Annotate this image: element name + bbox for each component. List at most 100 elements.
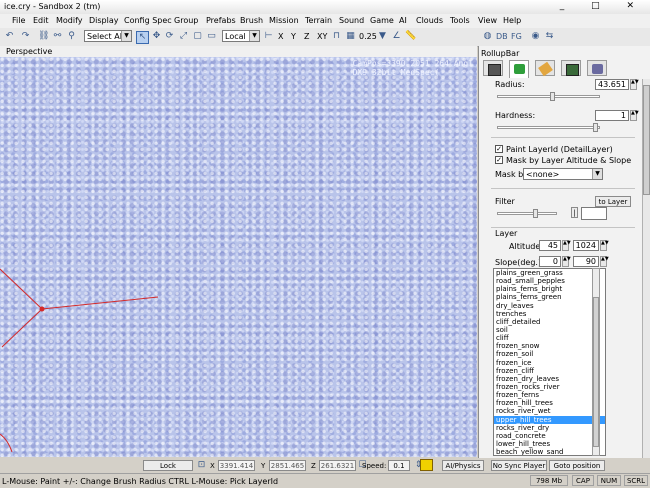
- undo-icon[interactable]: ↶: [4, 31, 15, 42]
- radius-spinner[interactable]: ▲▼: [630, 79, 639, 90]
- coord-system-combo[interactable]: Local ▼: [222, 30, 260, 42]
- filter-apply-button[interactable]: |: [571, 207, 578, 218]
- snap-terrain-icon[interactable]: ⊓: [331, 31, 342, 42]
- list-item[interactable]: rocks_river_wet: [494, 407, 605, 415]
- paint-layerid-checkbox[interactable]: ✓: [495, 145, 503, 153]
- list-item[interactable]: frozen_ferns: [494, 391, 605, 399]
- z-coordinate-field[interactable]: 261.6321: [319, 460, 356, 471]
- menu-terrain[interactable]: Terrain: [305, 16, 332, 25]
- menu-help[interactable]: Help: [503, 16, 521, 25]
- mask-by-combo[interactable]: <none> ▼: [523, 168, 603, 180]
- tab-terrain[interactable]: [509, 60, 529, 78]
- radius-slider-track[interactable]: [497, 95, 600, 98]
- globe-icon[interactable]: ◍: [482, 31, 493, 42]
- terrain-follow-icon[interactable]: [420, 459, 433, 471]
- list-item[interactable]: frozen_dry_leaves: [494, 375, 605, 383]
- menu-clouds[interactable]: Clouds: [416, 16, 443, 25]
- list-item[interactable]: frozen_ice: [494, 359, 605, 367]
- list-item[interactable]: soil: [494, 326, 605, 334]
- list-item-selected[interactable]: upper_hill_trees: [494, 415, 605, 424]
- mask-by-altitude-checkbox[interactable]: ✓: [495, 156, 503, 164]
- menu-edit[interactable]: Edit: [33, 16, 49, 25]
- slope-min-spinner[interactable]: ▲▼: [562, 256, 571, 267]
- hardness-spinner[interactable]: ▲▼: [630, 110, 639, 121]
- list-item[interactable]: frozen_rocks_river: [494, 383, 605, 391]
- list-item[interactable]: plains_ferns_green: [494, 293, 605, 301]
- menu-sound[interactable]: Sound: [339, 16, 364, 25]
- radius-slider-thumb[interactable]: [550, 92, 555, 101]
- list-item[interactable]: road_small_pepples: [494, 277, 605, 285]
- menu-config-spec[interactable]: Config Spec: [124, 16, 172, 25]
- rollup-scrollbar[interactable]: [642, 79, 650, 458]
- gizmo-pivot[interactable]: [39, 306, 45, 312]
- db-button[interactable]: DB: [496, 32, 508, 41]
- axis-xy-button[interactable]: XY: [317, 32, 327, 41]
- filter-slider-track[interactable]: [497, 212, 557, 215]
- hardness-field[interactable]: 1: [595, 110, 629, 121]
- menu-view[interactable]: View: [478, 16, 497, 25]
- list-item[interactable]: lower_hill_trees: [494, 440, 605, 448]
- list-item[interactable]: dry_leaves: [494, 302, 605, 310]
- rotate-icon[interactable]: ⟳: [164, 31, 175, 42]
- axis-y-button[interactable]: Y: [291, 32, 296, 41]
- window-controls[interactable]: _ □ ✕: [560, 1, 646, 11]
- slope-max-field[interactable]: 90: [573, 256, 599, 267]
- menu-game[interactable]: Game: [370, 16, 394, 25]
- list-item[interactable]: beach_yellow_sand: [494, 448, 605, 455]
- slope-max-spinner[interactable]: ▲▼: [600, 256, 609, 267]
- scale-icon[interactable]: ⤢: [178, 31, 189, 42]
- list-item[interactable]: frozen_snow: [494, 342, 605, 350]
- scrollbar-thumb[interactable]: [593, 297, 599, 447]
- viewport-title[interactable]: Perspective: [6, 47, 52, 56]
- menu-mission[interactable]: Mission: [269, 16, 299, 25]
- axis-constrain-icon[interactable]: ⊢: [263, 31, 274, 42]
- list-item[interactable]: cliff: [494, 334, 605, 342]
- filter-value-field[interactable]: [581, 207, 607, 220]
- speed-field[interactable]: 0.1: [388, 460, 410, 471]
- layer-list-scrollbar[interactable]: [592, 268, 600, 456]
- select-region-icon[interactable]: ▢: [192, 31, 203, 42]
- lock-icon[interactable]: ⚲: [66, 31, 77, 42]
- list-item[interactable]: trenches: [494, 310, 605, 318]
- menu-display[interactable]: Display: [89, 16, 119, 25]
- hardness-slider-thumb[interactable]: [593, 123, 598, 132]
- minimize-button[interactable]: _: [560, 1, 577, 11]
- list-item[interactable]: rocks_river_dry: [494, 424, 605, 432]
- camera-icon[interactable]: ◉: [530, 31, 541, 42]
- fg-button[interactable]: FG: [511, 32, 522, 41]
- ruler-icon[interactable]: 📏: [405, 31, 416, 42]
- tab-modeling[interactable]: [535, 60, 555, 77]
- radius-field[interactable]: 43.651: [595, 79, 629, 90]
- menu-prefabs[interactable]: Prefabs: [206, 16, 236, 25]
- altitude-max-spinner[interactable]: ▲▼: [600, 240, 609, 251]
- tab-layers[interactable]: [587, 60, 607, 76]
- redo-icon[interactable]: ↷: [20, 31, 31, 42]
- goto-position-button[interactable]: Goto position: [549, 460, 605, 471]
- axis-z-button[interactable]: Z: [304, 32, 309, 41]
- grid-icon[interactable]: ▦: [345, 31, 356, 42]
- unlink-icon[interactable]: ⚯: [52, 31, 63, 42]
- list-item[interactable]: frozen_cliff: [494, 367, 605, 375]
- tab-objects[interactable]: [483, 60, 503, 76]
- slope-min-field[interactable]: 0: [539, 256, 561, 267]
- grid-size-value[interactable]: 0.25: [359, 32, 377, 41]
- to-layer-button[interactable]: to Layer: [595, 196, 631, 207]
- terrain-select-icon[interactable]: ▭: [206, 31, 217, 42]
- altitude-min-spinner[interactable]: ▲▼: [562, 240, 571, 251]
- menu-file[interactable]: File: [12, 16, 25, 25]
- list-item[interactable]: frozen_hill_trees: [494, 399, 605, 407]
- altitude-max-field[interactable]: 1024: [573, 240, 599, 251]
- list-item[interactable]: cliff_detailed: [494, 318, 605, 326]
- maximize-button[interactable]: □: [591, 1, 612, 11]
- list-item[interactable]: road_concrete: [494, 432, 605, 440]
- selection-filter-combo[interactable]: Select All ▼: [84, 30, 132, 42]
- move-icon[interactable]: ✥: [151, 31, 162, 42]
- no-sync-player-button[interactable]: No Sync Player: [491, 460, 547, 471]
- pin-icon[interactable]: ⊡: [196, 460, 207, 471]
- list-item[interactable]: plains_green_grass: [494, 269, 605, 277]
- menu-ai[interactable]: AI: [399, 16, 407, 25]
- list-item[interactable]: frozen_soil: [494, 350, 605, 358]
- x-coordinate-field[interactable]: 3391.414: [218, 460, 255, 471]
- menu-tools[interactable]: Tools: [450, 16, 470, 25]
- layer-list[interactable]: plains_green_grass road_small_pepples pl…: [493, 268, 606, 456]
